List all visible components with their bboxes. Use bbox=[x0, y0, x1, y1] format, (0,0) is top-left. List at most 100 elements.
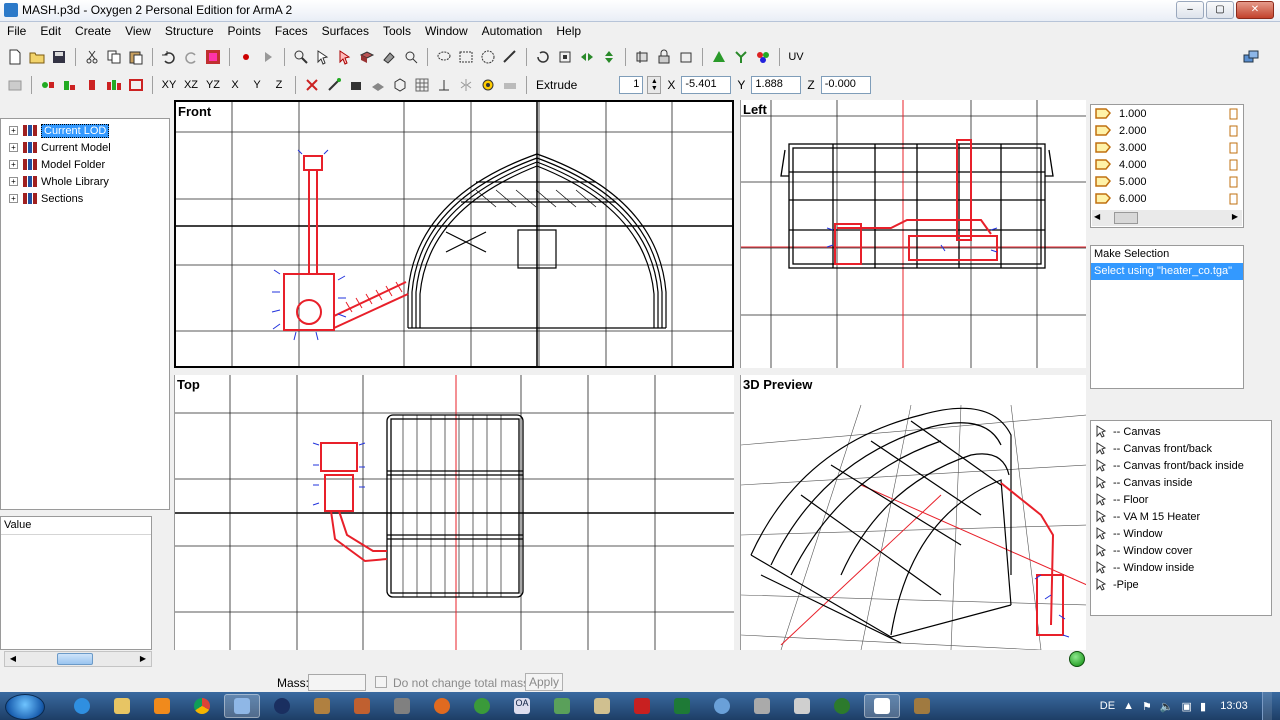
arma-taskbar-icon[interactable] bbox=[304, 694, 340, 718]
close-button[interactable]: ✕ bbox=[1236, 1, 1274, 19]
axis-x-button[interactable]: X bbox=[226, 76, 244, 94]
menu-automation[interactable]: Automation bbox=[475, 22, 550, 42]
circle-select-icon[interactable] bbox=[479, 48, 497, 66]
menu-file[interactable]: File bbox=[0, 22, 33, 42]
expand-icon[interactable]: + bbox=[9, 177, 18, 186]
x-coordinate-field[interactable]: -5.401 bbox=[681, 76, 732, 94]
tool-taskbar-icon[interactable] bbox=[384, 694, 420, 718]
lod-item[interactable]: 6.000 bbox=[1091, 190, 1243, 207]
clock[interactable]: 13:03 bbox=[1214, 700, 1254, 712]
named-selection-item[interactable]: -- VA M 15 Heater bbox=[1091, 508, 1271, 525]
hide-icon[interactable] bbox=[677, 48, 695, 66]
paste-icon[interactable] bbox=[127, 48, 145, 66]
select-object-icon[interactable] bbox=[358, 48, 376, 66]
lasso-icon[interactable] bbox=[435, 48, 453, 66]
y-coordinate-field[interactable]: 1.888 bbox=[751, 76, 802, 94]
named-selection-item[interactable]: -- Floor bbox=[1091, 491, 1271, 508]
oxygen-taskbar-icon[interactable] bbox=[224, 694, 260, 718]
green-red-toggle-icon[interactable] bbox=[39, 76, 57, 94]
plane-icon[interactable] bbox=[369, 76, 387, 94]
scroll-right-icon[interactable]: ▶ bbox=[1232, 212, 1238, 221]
uv-editor-button[interactable]: UV bbox=[787, 48, 805, 66]
named-selection-item[interactable]: -- Window cover bbox=[1091, 542, 1271, 559]
openoffice-taskbar-icon[interactable]: OA bbox=[504, 694, 540, 718]
top-view-canvas[interactable] bbox=[175, 375, 734, 650]
undo-icon[interactable] bbox=[160, 48, 178, 66]
show-desktop-button[interactable] bbox=[1262, 692, 1272, 720]
3d-preview-canvas[interactable] bbox=[741, 375, 1086, 650]
3d-preview-viewport[interactable]: 3D Preview bbox=[740, 375, 1086, 650]
menu-window[interactable]: Window bbox=[418, 22, 475, 42]
named-selection-item[interactable]: -- Canvas inside bbox=[1091, 474, 1271, 491]
box-icon[interactable] bbox=[347, 76, 365, 94]
axis-xz-button[interactable]: XZ bbox=[182, 76, 200, 94]
named-selection-item[interactable]: -- Canvas bbox=[1091, 423, 1271, 440]
volume-icon[interactable]: 🔈 bbox=[1160, 700, 1174, 713]
front-view-canvas[interactable] bbox=[176, 102, 732, 366]
lock-icon[interactable] bbox=[655, 48, 673, 66]
axis-z-button[interactable]: Z bbox=[270, 76, 288, 94]
merge-points-icon[interactable] bbox=[732, 48, 750, 66]
redo-icon[interactable] bbox=[182, 48, 200, 66]
frame-icon[interactable] bbox=[127, 76, 145, 94]
mirror-icon[interactable] bbox=[578, 48, 596, 66]
axis-y-button[interactable]: Y bbox=[248, 76, 266, 94]
chrome-taskbar-icon[interactable] bbox=[184, 694, 220, 718]
tree-item-model-folder[interactable]: + Model Folder bbox=[1, 156, 169, 173]
script-taskbar-icon[interactable] bbox=[584, 694, 620, 718]
record-icon[interactable] bbox=[237, 48, 255, 66]
multi-color-icon[interactable] bbox=[105, 76, 123, 94]
named-selection-item[interactable]: -- Canvas front/back inside bbox=[1091, 457, 1271, 474]
extrude-field[interactable]: 1 bbox=[619, 76, 644, 94]
erase-icon[interactable] bbox=[380, 48, 398, 66]
make-selection-item[interactable]: Make Selection bbox=[1091, 246, 1243, 263]
expand-icon[interactable]: + bbox=[9, 143, 18, 152]
scrollbar-thumb[interactable] bbox=[57, 653, 93, 665]
keep-total-mass-checkbox[interactable] bbox=[375, 676, 387, 688]
scroll-left-icon[interactable]: ◀ bbox=[7, 653, 19, 665]
red-bar-icon[interactable] bbox=[83, 76, 101, 94]
named-selection-item[interactable]: -Pipe bbox=[1091, 576, 1271, 593]
image-viewer-taskbar-icon[interactable] bbox=[784, 694, 820, 718]
menu-points[interactable]: Points bbox=[221, 22, 268, 42]
printer-taskbar-icon[interactable] bbox=[744, 694, 780, 718]
copy-icon[interactable] bbox=[105, 48, 123, 66]
grid-lock-icon[interactable] bbox=[6, 76, 24, 94]
named-selection-item[interactable]: -- Window inside bbox=[1091, 559, 1271, 576]
notepad-taskbar-icon[interactable] bbox=[544, 694, 580, 718]
open-folder-icon[interactable] bbox=[28, 48, 46, 66]
lod-item[interactable]: 2.000 bbox=[1091, 122, 1243, 139]
named-selection-item[interactable]: -- Canvas front/back bbox=[1091, 440, 1271, 457]
pin-icon[interactable] bbox=[633, 48, 651, 66]
network-taskbar-icon[interactable] bbox=[704, 694, 740, 718]
green-globe-taskbar-icon[interactable] bbox=[824, 694, 860, 718]
grid-icon[interactable] bbox=[413, 76, 431, 94]
magnify-icon[interactable] bbox=[402, 48, 420, 66]
left-viewport[interactable]: Left bbox=[740, 100, 1086, 368]
rect-select-icon[interactable] bbox=[457, 48, 475, 66]
menu-tools[interactable]: Tools bbox=[376, 22, 418, 42]
axis-yz-button[interactable]: YZ bbox=[204, 76, 222, 94]
shade-icon[interactable] bbox=[501, 76, 519, 94]
horizontal-scrollbar[interactable]: ◀ ▶ bbox=[4, 651, 152, 667]
snap-icon[interactable] bbox=[325, 76, 343, 94]
light-icon[interactable] bbox=[479, 76, 497, 94]
start-button[interactable] bbox=[5, 694, 45, 720]
maximize-button[interactable]: ▢ bbox=[1206, 1, 1234, 19]
select-arrow-icon[interactable] bbox=[314, 48, 332, 66]
explorer-taskbar-icon[interactable] bbox=[104, 694, 140, 718]
lod-item[interactable]: 3.000 bbox=[1091, 139, 1243, 156]
lod-item[interactable]: 5.000 bbox=[1091, 173, 1243, 190]
menu-create[interactable]: Create bbox=[68, 22, 118, 42]
axis-xy-button[interactable]: XY bbox=[160, 76, 178, 94]
cut-icon[interactable] bbox=[83, 48, 101, 66]
z-coordinate-field[interactable]: -0.000 bbox=[820, 76, 871, 94]
top-viewport[interactable]: Top bbox=[174, 375, 734, 650]
lod-scrollbar-thumb[interactable] bbox=[1114, 212, 1138, 224]
arma2-taskbar-icon[interactable] bbox=[904, 694, 940, 718]
media-player-taskbar-icon[interactable] bbox=[144, 694, 180, 718]
left-view-canvas[interactable] bbox=[741, 100, 1086, 368]
lod-scrollbar[interactable]: ◀ ▶ bbox=[1092, 210, 1242, 226]
tray-expand-icon[interactable]: ▲ bbox=[1123, 700, 1134, 712]
flag-icon[interactable]: ⚑ bbox=[1142, 700, 1152, 713]
